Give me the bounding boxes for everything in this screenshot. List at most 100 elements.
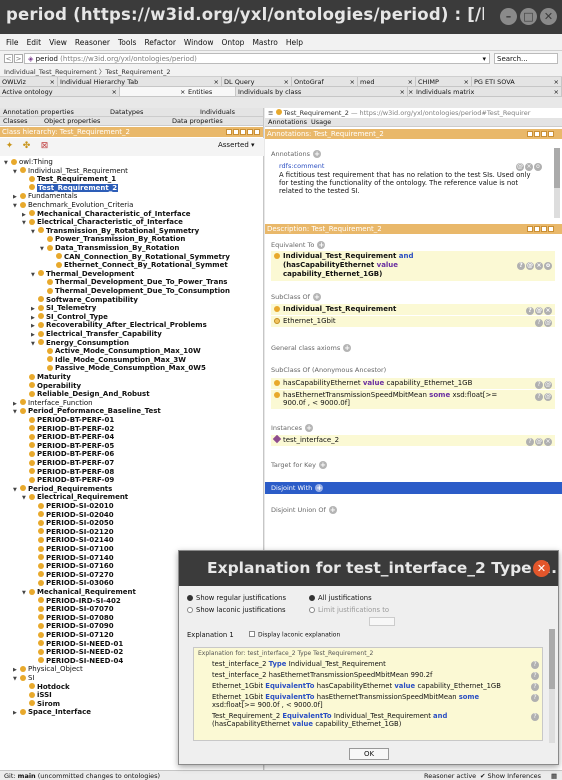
tree-item[interactable]: ▶ SI_Control_Type <box>31 313 108 321</box>
back-button[interactable]: < <box>4 54 13 63</box>
tree-item[interactable]: PERIOD-SI-07100 <box>31 545 114 553</box>
menu-window[interactable]: Window <box>180 34 218 51</box>
tab-annotation-properties[interactable]: Annotation properties <box>3 108 74 117</box>
tree-item[interactable]: ▼ Energy_Consumption <box>31 339 129 347</box>
tree-item[interactable]: PERIOD-SI-07070 <box>31 605 114 613</box>
tree-item[interactable]: PERIOD-SI-07080 <box>31 614 114 622</box>
float-view-icon[interactable] <box>541 226 547 232</box>
tree-item[interactable]: PERIOD-BT-PERF-04 <box>22 433 114 441</box>
tree-item[interactable]: Maturity <box>22 373 71 381</box>
expanded-icon[interactable]: ▼ <box>13 675 20 683</box>
tab-owlviz[interactable]: OWLViz × <box>0 77 58 86</box>
close-tab-icon[interactable]: × <box>350 77 355 86</box>
explain-icon[interactable]: ? <box>535 381 543 389</box>
tree-item[interactable]: iSSI <box>22 691 52 699</box>
tree-item[interactable]: Test_Requirement_1 <box>22 175 116 183</box>
tree-item[interactable]: PERIOD-BT-PERF-08 <box>22 468 114 476</box>
tree-item[interactable]: PERIOD-BT-PERF-01 <box>22 416 114 424</box>
menu-file[interactable]: File <box>0 34 23 51</box>
tab-individuals-by-class[interactable]: Individuals by class × <box>236 87 408 96</box>
annotate-icon[interactable]: @ <box>544 319 552 327</box>
tab-object-properties[interactable]: Object properties <box>44 117 100 126</box>
float-view-icon[interactable] <box>247 129 253 135</box>
tree-item[interactable]: Active_Mode_Consumption_Max_10W <box>40 347 201 355</box>
menu-icon[interactable]: ≡ <box>268 109 273 117</box>
close-tab-icon[interactable]: × <box>214 77 219 86</box>
expanded-icon[interactable]: ▼ <box>13 202 20 210</box>
asserted-dropdown[interactable]: Asserted ▾ <box>218 141 255 149</box>
add-annotation-icon[interactable]: + <box>313 150 322 158</box>
superclass-entry[interactable]: Ethernet_1Gbit ? @ <box>271 316 555 327</box>
tree-item[interactable]: PERIOD-BT-PERF-09 <box>22 476 114 484</box>
delete-icon[interactable]: × <box>525 163 533 171</box>
tree-item[interactable]: ▼ Mechanical_Requirement <box>22 588 136 596</box>
tree-item[interactable]: PERIOD-SI-07160 <box>31 562 114 570</box>
tree-item[interactable]: ▼ Period_Peformance_Baseline_Test <box>13 407 161 415</box>
view-options-icon[interactable] <box>226 129 232 135</box>
expanded-icon[interactable]: ▼ <box>31 228 38 236</box>
tree-item[interactable]: ▶ Fundamentals <box>13 192 77 200</box>
tree-item[interactable]: PERIOD-SI-NEED-04 <box>31 657 123 665</box>
tree-item[interactable]: ▶ Recoverability_After_Electrical_Problem… <box>31 321 207 329</box>
collapsed-icon[interactable]: ▶ <box>13 709 20 717</box>
close-tab-icon[interactable]: × <box>554 87 559 96</box>
delete-class-icon[interactable]: ⊠ <box>38 140 51 153</box>
minimize-view-icon[interactable] <box>240 129 246 135</box>
add-instance-icon[interactable]: + <box>305 424 314 432</box>
add-disjoint-icon[interactable]: + <box>315 484 324 492</box>
menu-ontop[interactable]: Ontop <box>217 34 248 51</box>
tree-item[interactable]: PERIOD-SI-02040 <box>31 511 114 519</box>
display-laconic-checkbox[interactable]: Display laconic explanation <box>249 631 340 639</box>
tree-item[interactable]: Test_Requirement_2 <box>22 183 119 192</box>
menu-tools[interactable]: Tools <box>114 34 140 51</box>
forward-button[interactable]: > <box>14 54 23 63</box>
menu-refactor[interactable]: Refactor <box>140 34 179 51</box>
all-justifications-radio[interactable]: All justifications <box>309 594 372 602</box>
tab-pg-eti-sova[interactable]: PG ETI SOVA × <box>472 77 562 86</box>
delete-icon[interactable]: × <box>544 438 552 446</box>
explain-icon[interactable]: ? <box>526 307 534 315</box>
tree-item[interactable]: ▶ Space_Interface <box>13 708 91 716</box>
tree-item[interactable]: ▶ Electrical_Transfer_Capability <box>31 330 162 338</box>
tree-item[interactable]: Thermal_Development_Due_To_Consumption <box>40 287 230 295</box>
annotations-scrollbar[interactable] <box>554 148 560 218</box>
tab-annotations[interactable]: Annotations <box>268 118 307 127</box>
annotate-icon[interactable]: @ <box>516 163 524 171</box>
tree-item[interactable]: CAN_Connection_By_Rotational_Symmetry <box>49 253 230 261</box>
tree-item[interactable]: PERIOD-SI-NEED-01 <box>31 640 123 648</box>
ontology-url-field[interactable]: ◈ period (https://w3id.org/yxl/ontologie… <box>24 53 490 64</box>
explain-icon[interactable]: ? <box>531 672 539 680</box>
tree-item[interactable]: Power_Transmission_By_Rotation <box>40 235 185 243</box>
tree-item[interactable]: PERIOD-SI-02050 <box>31 519 114 527</box>
tree-item[interactable]: Idle_Mode_Consumption_Max_3W <box>40 356 186 364</box>
close-view-icon[interactable] <box>548 226 554 232</box>
add-equivalent-icon[interactable]: + <box>317 241 326 249</box>
tree-item[interactable]: PERIOD-BT-PERF-06 <box>22 450 114 458</box>
tab-data-properties[interactable]: Data properties <box>172 117 223 126</box>
annotate-icon[interactable]: @ <box>544 393 552 401</box>
dialog-scrollbar[interactable] <box>549 629 555 743</box>
close-tab-icon[interactable]: × <box>408 87 413 96</box>
tree-item[interactable]: ▼ owl:Thing <box>4 158 53 166</box>
add-key-icon[interactable]: + <box>318 461 327 469</box>
tab-entities[interactable]: × Entities <box>120 87 236 96</box>
tree-item[interactable]: Passive_Mode_Consumption_Max_0W5 <box>40 364 206 372</box>
explain-icon[interactable]: ? <box>517 262 525 270</box>
equivalent-class-entry[interactable]: Individual_Test_Requirement and (hasCapa… <box>271 251 555 281</box>
tree-item[interactable]: ▼ Transmission_By_Rotational_Symmetry <box>31 227 199 235</box>
tab-active-ontology[interactable]: Active ontology × <box>0 87 120 96</box>
superclass-entry[interactable]: Individual_Test_Requirement ? @ × <box>271 304 555 315</box>
annotate-icon[interactable]: @ <box>526 262 534 270</box>
float-view-icon[interactable] <box>541 131 547 137</box>
tab-datatypes[interactable]: Datatypes <box>110 108 143 117</box>
limit-justifications-radio[interactable]: Limit justifications to <box>309 606 389 614</box>
expanded-icon[interactable]: ▼ <box>13 168 20 176</box>
show-regular-justifications-radio[interactable]: Show regular justifications <box>187 594 286 602</box>
tree-item[interactable]: Ethernet_Connect_By_Rotational_Symmet <box>49 261 228 269</box>
delete-icon[interactable]: × <box>535 262 543 270</box>
tree-item[interactable]: ▼ Electrical_Requirement <box>22 493 128 501</box>
tree-item[interactable]: ▶ Physical_Object <box>13 665 83 673</box>
tab-dl-query[interactable]: DL Query × <box>222 77 292 86</box>
grid-icon[interactable]: ▦ <box>551 771 557 780</box>
tab-ontograf[interactable]: OntoGraf × <box>292 77 358 86</box>
